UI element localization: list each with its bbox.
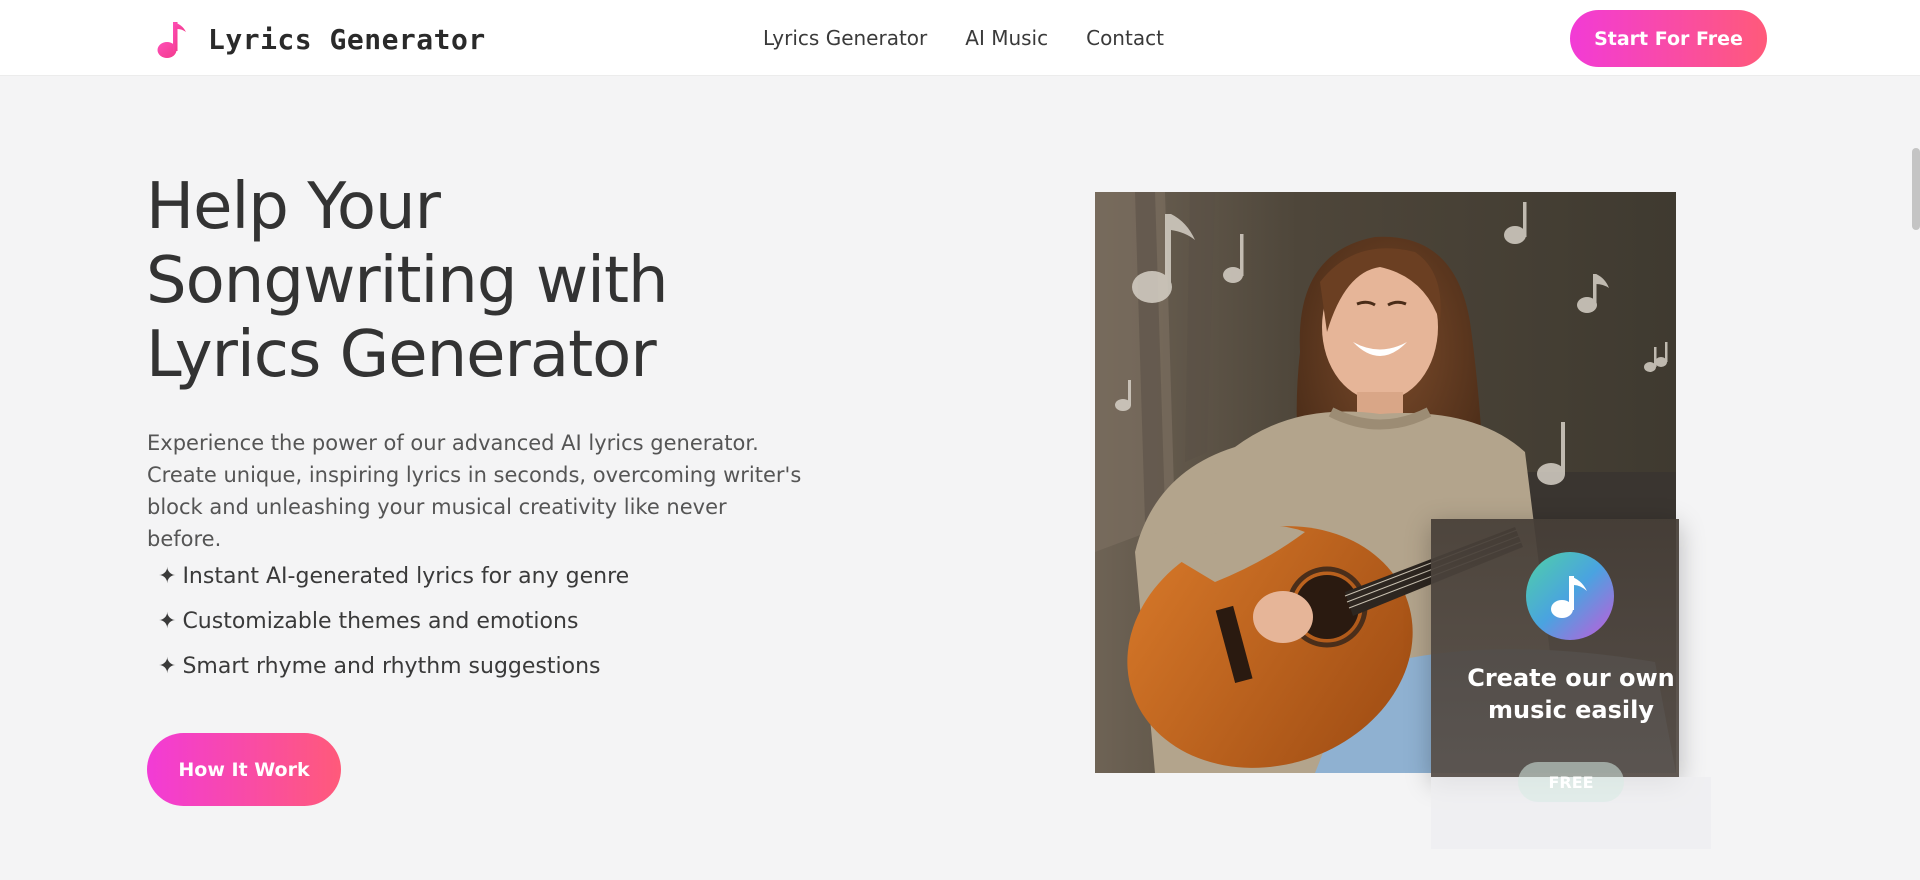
promo-card-title: Create our own music easily (1431, 662, 1711, 726)
start-for-free-button[interactable]: Start For Free (1570, 10, 1767, 67)
sparkle-icon: ✦ (158, 564, 177, 589)
nav-lyrics-generator[interactable]: Lyrics Generator (763, 26, 927, 50)
hero-title: Help Your Songwriting with Lyrics Genera… (146, 170, 846, 392)
feature-text: Instant AI-generated lyrics for any genr… (182, 564, 630, 589)
feature-text: Smart rhyme and rhythm suggestions (182, 654, 601, 679)
top-header: Lyrics Generator Lyrics Generator AI Mus… (0, 0, 1920, 76)
music-note-icon (157, 22, 186, 58)
logo-text: Lyrics Generator (208, 22, 486, 56)
promo-card-title-line: Create our own (1467, 664, 1675, 692)
free-badge[interactable]: FREE (1518, 762, 1624, 802)
site-logo[interactable]: Lyrics Generator (154, 18, 486, 60)
hero-description: Experience the power of our advanced AI … (147, 427, 807, 555)
how-it-work-button[interactable]: How It Work (147, 733, 341, 806)
feature-text: Customizable themes and emotions (182, 609, 579, 634)
main-nav: Lyrics Generator AI Music Contact (763, 26, 1164, 50)
music-note-glyph (1551, 576, 1587, 618)
sparkle-icon: ✦ (158, 609, 177, 634)
music-note-icon (1526, 552, 1614, 640)
hero-description-line: block and unleashing your musical creati… (147, 495, 727, 551)
feature-item: ✦ Instant AI-generated lyrics for any ge… (158, 554, 629, 599)
hero-title-line: Help Your (146, 170, 441, 244)
sparkle-icon: ✦ (158, 654, 177, 679)
hero-title-line: Lyrics Generator (146, 318, 657, 392)
scrollbar-thumb[interactable] (1912, 148, 1920, 230)
feature-item: ✦ Customizable themes and emotions (158, 599, 629, 644)
nav-ai-music[interactable]: AI Music (965, 26, 1048, 50)
feature-list: ✦ Instant AI-generated lyrics for any ge… (158, 554, 629, 689)
promo-card-title-line: music easily (1487, 696, 1655, 724)
feature-item: ✦ Smart rhyme and rhythm suggestions (158, 644, 629, 689)
hero-title-line: Songwriting with (146, 244, 669, 318)
hero-description-line: Experience the power of our advanced AI … (147, 431, 759, 455)
hero-description-line: Create unique, inspiring lyrics in secon… (147, 463, 802, 487)
nav-contact[interactable]: Contact (1086, 26, 1164, 50)
